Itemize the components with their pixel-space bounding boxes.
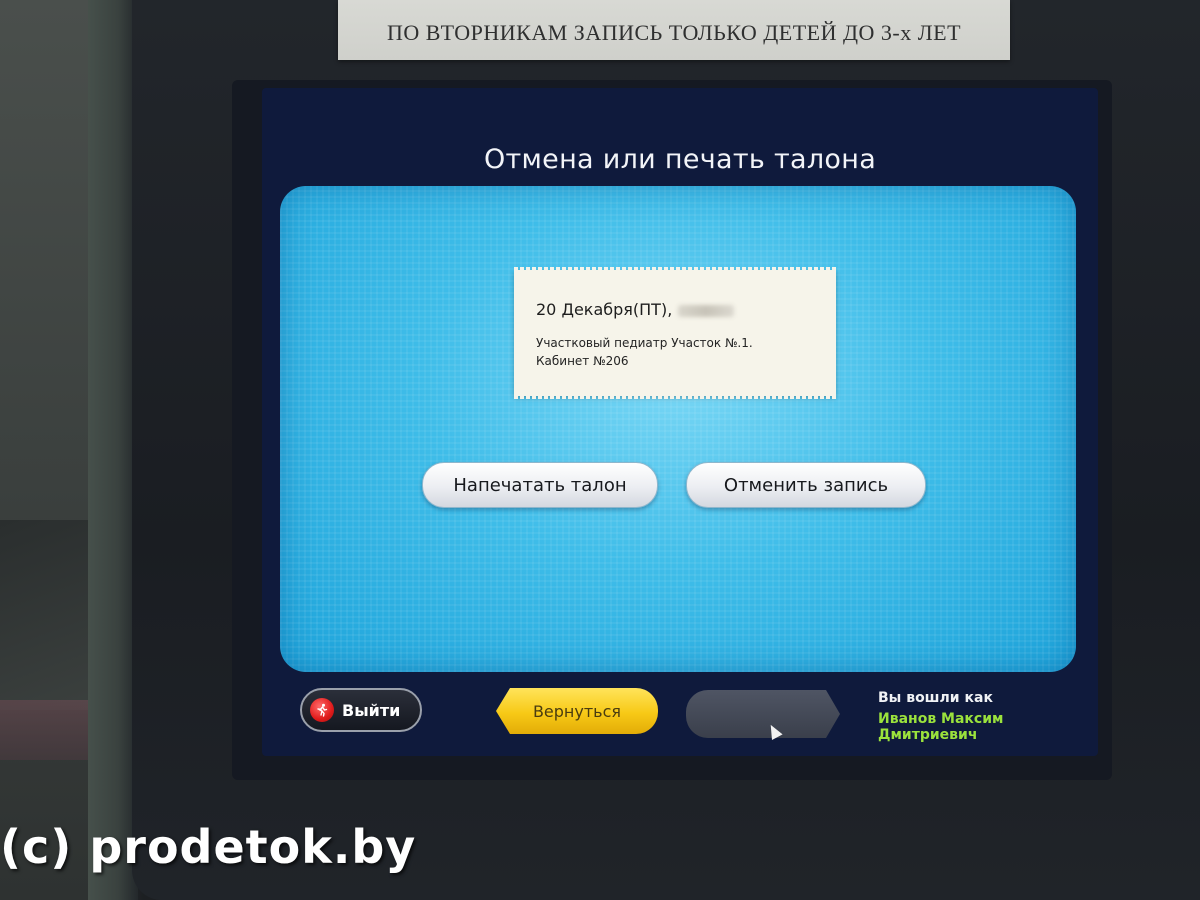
watermark: (c) prodetok.by [0, 820, 417, 874]
ticket-preview: 20 Декабря(ПТ), Участковый педиатр Участ… [514, 267, 836, 399]
back-button[interactable]: Вернуться [496, 688, 658, 734]
next-button-disabled[interactable] [686, 690, 840, 738]
ticket-doctor: Участковый педиатр Участок №.1. [536, 336, 753, 350]
running-man-exit-icon [310, 698, 334, 722]
paper-notice: ПО ВТОРНИКАМ ЗАПИСЬ ТОЛЬКО ДЕТЕЙ ДО 3-х … [338, 0, 1010, 60]
wall-stripe [0, 700, 90, 760]
cancel-appointment-button[interactable]: Отменить запись [686, 462, 926, 508]
exit-button[interactable]: Выйти [300, 688, 422, 732]
kiosk-screen: Отмена или печать талона 20 Декабря(ПТ),… [262, 88, 1098, 756]
running-man-glyph [317, 703, 328, 717]
ticket-date-text: 20 Декабря(ПТ), [536, 300, 673, 319]
ticket-time-redacted [678, 304, 735, 317]
screen-title: Отмена или печать талона [483, 144, 877, 175]
exit-label: Выйти [342, 700, 401, 720]
logged-in-user: Вы вошли как Иванов Максим Дмитриевич [878, 690, 1098, 743]
logged-in-label: Вы вошли как [878, 690, 993, 706]
kiosk-side-edge [88, 0, 138, 900]
print-ticket-button[interactable]: Напечатать талон [422, 462, 658, 508]
wall-left [0, 0, 95, 900]
content-panel: 20 Декабря(ПТ), Участковый педиатр Участ… [280, 186, 1076, 672]
photo-stage: ПО ВТОРНИКАМ ЗАПИСЬ ТОЛЬКО ДЕТЕЙ ДО 3-х … [0, 0, 1200, 900]
user-name: Иванов Максим Дмитриевич [878, 711, 1004, 743]
wall-lower [0, 520, 88, 710]
ticket-room: Кабинет №206 [536, 354, 629, 368]
ticket-date: 20 Декабря(ПТ), [536, 300, 735, 319]
notice-text: ПО ВТОРНИКАМ ЗАПИСЬ ТОЛЬКО ДЕТЕЙ ДО 3-х … [386, 20, 962, 45]
